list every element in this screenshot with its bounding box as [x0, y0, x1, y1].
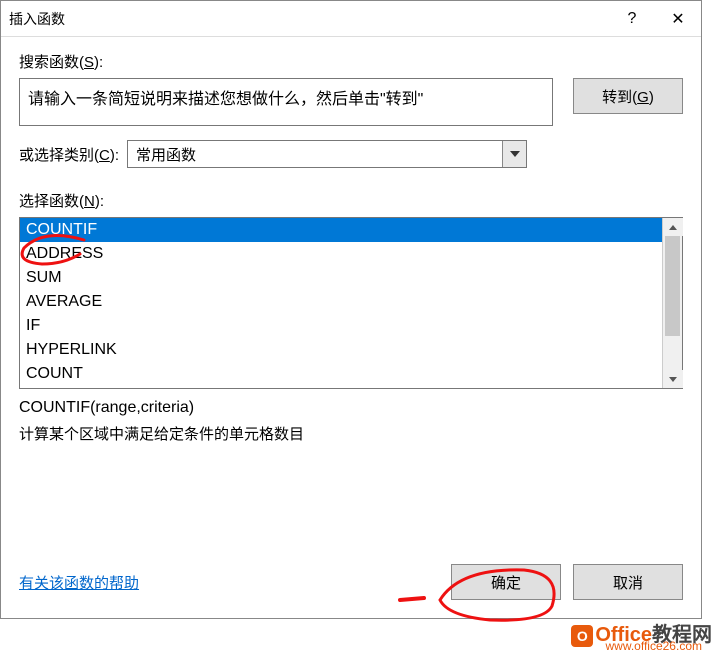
list-item[interactable]: HYPERLINK	[20, 338, 662, 362]
help-link[interactable]: 有关该函数的帮助	[19, 572, 439, 593]
scroll-down-icon[interactable]	[663, 370, 683, 388]
list-item[interactable]: COUNTIF	[20, 218, 662, 242]
category-label: 或选择类别(C):	[19, 144, 119, 165]
search-input[interactable]: 请输入一条简短说明来描述您想做什么，然后单击"转到"	[19, 78, 553, 126]
list-item[interactable]: ADDRESS	[20, 242, 662, 266]
watermark-badge-icon: O	[571, 625, 593, 647]
category-value: 常用函数	[128, 144, 502, 165]
list-item[interactable]: IF	[20, 314, 662, 338]
scrollbar[interactable]	[662, 218, 682, 388]
titlebar: 插入函数 ? ✕	[1, 1, 701, 37]
function-description: 计算某个区域中满足给定条件的单元格数目	[19, 423, 683, 444]
cancel-button[interactable]: 取消	[573, 564, 683, 600]
category-select[interactable]: 常用函数	[127, 140, 527, 168]
scrollbar-thumb[interactable]	[665, 236, 680, 336]
insert-function-dialog: 插入函数 ? ✕ 搜索函数(S): 请输入一条简短说明来描述您想做什么，然后单击…	[0, 0, 702, 619]
watermark: OOffice教程网 www.office26.com	[571, 618, 712, 647]
list-item[interactable]: COUNT	[20, 362, 662, 386]
function-listbox[interactable]: COUNTIFADDRESSSUMAVERAGEIFHYPERLINKCOUNT	[19, 217, 683, 389]
dialog-title: 插入函数	[9, 9, 609, 29]
select-function-label: 选择函数(N):	[19, 190, 104, 211]
list-item[interactable]: AVERAGE	[20, 290, 662, 314]
dialog-body: 搜索函数(S): 请输入一条简短说明来描述您想做什么，然后单击"转到" 转到(G…	[1, 37, 701, 444]
function-syntax: COUNTIF(range,criteria)	[19, 399, 683, 417]
close-button[interactable]: ✕	[655, 3, 701, 35]
dialog-footer: 有关该函数的帮助 确定 取消	[1, 554, 701, 618]
watermark-url: www.office26.com	[606, 639, 703, 653]
help-button[interactable]: ?	[609, 3, 655, 35]
chevron-down-icon	[502, 141, 526, 167]
search-label: 搜索函数(S):	[19, 51, 103, 72]
go-button[interactable]: 转到(G)	[573, 78, 683, 114]
scroll-up-icon[interactable]	[663, 218, 683, 236]
list-item[interactable]: SUM	[20, 266, 662, 290]
ok-button[interactable]: 确定	[451, 564, 561, 600]
